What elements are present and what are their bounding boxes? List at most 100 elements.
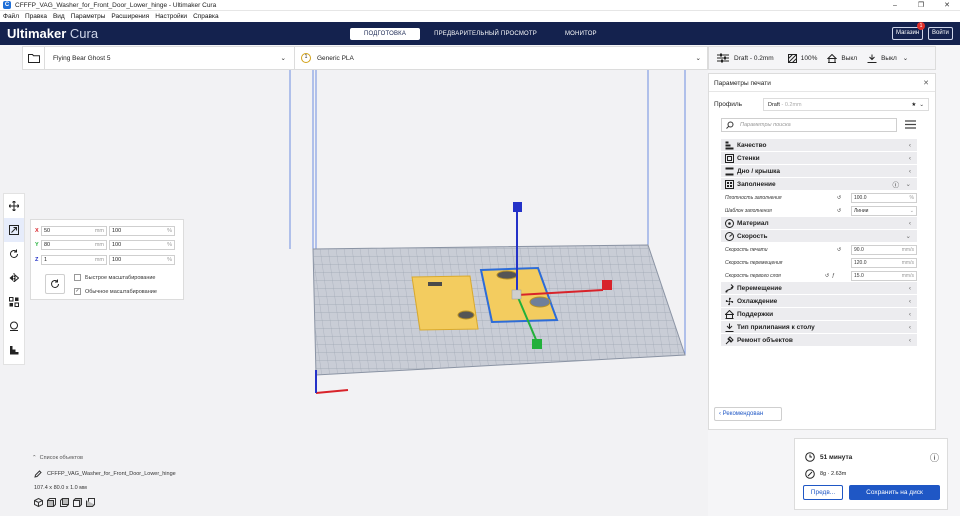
menu-settings[interactable]: Параметры bbox=[71, 13, 106, 20]
category-material[interactable]: Материал ‹ bbox=[721, 217, 917, 229]
recommended-mode-button[interactable]: ‹ Рекомендован bbox=[714, 407, 782, 421]
window-controls: – ❐ ✕ bbox=[882, 0, 960, 11]
window-title: CFFFP_VAG_Washer_for_Front_Door_Lower_hi… bbox=[15, 1, 217, 9]
infill-icon bbox=[787, 53, 797, 63]
scale-z-pct-input[interactable]: 100% bbox=[109, 255, 175, 265]
scale-row-z: Z 1 mm 100% bbox=[35, 255, 177, 265]
print-settings-summary[interactable]: Draft - 0.2mm 100% Выкл Выкл ⌄ bbox=[708, 46, 936, 70]
chevron-left-icon: ‹ bbox=[719, 411, 721, 417]
sliders-icon bbox=[717, 53, 729, 63]
setting-print-speed: Скорость печати ↺ 90.0 mm/s bbox=[725, 244, 917, 255]
minimize-icon[interactable]: – bbox=[882, 0, 908, 11]
profile-summary: Draft - 0.2mm bbox=[734, 54, 774, 62]
initial-layer-speed-input[interactable]: 15.0 mm/s bbox=[851, 270, 917, 281]
menu-help[interactable]: Справка bbox=[193, 13, 219, 20]
tab-preview[interactable]: ПРЕДВАРИТЕЛЬНЫЙ ПРОСМОТР bbox=[420, 28, 551, 40]
support-blocker-tool[interactable] bbox=[4, 314, 24, 338]
scale-tool[interactable] bbox=[4, 218, 24, 242]
category-cooling[interactable]: Охлаждение ‹ bbox=[721, 295, 917, 307]
snap-scaling-checkbox[interactable]: Быстрое масштабирование bbox=[74, 274, 155, 281]
rotate-tool[interactable] bbox=[4, 242, 24, 266]
view-top-icon[interactable] bbox=[60, 498, 69, 509]
move-tool[interactable] bbox=[4, 194, 24, 218]
reset-icon[interactable]: ↺ bbox=[837, 247, 841, 253]
category-mesh-fixes[interactable]: Ремонт объектов ‹ bbox=[721, 334, 917, 346]
chevron-down-icon: ⌄ bbox=[280, 55, 286, 62]
view-left-icon[interactable] bbox=[72, 498, 82, 509]
hamburger-menu-icon[interactable] bbox=[905, 120, 916, 129]
travel-speed-input[interactable]: 120.0 mm/s bbox=[851, 257, 917, 268]
material-selector[interactable]: 1 Generic PLA ⌄ bbox=[295, 47, 707, 69]
uniform-scaling-checkbox[interactable]: ✓ Обычное масштабирование bbox=[74, 288, 157, 295]
print-speed-input[interactable]: 90.0 mm/s bbox=[851, 244, 917, 255]
support-icon bbox=[827, 53, 838, 63]
open-file-button[interactable] bbox=[23, 47, 45, 69]
function-icon[interactable]: ƒ bbox=[832, 273, 835, 279]
category-speed[interactable]: Скорость ⌄ bbox=[721, 230, 917, 242]
menu-edit[interactable]: Правка bbox=[25, 13, 47, 20]
signin-button[interactable]: Войти bbox=[928, 27, 953, 40]
scale-z-mm-input[interactable]: 1 mm bbox=[41, 255, 107, 265]
category-quality[interactable]: Качество ‹ bbox=[721, 139, 917, 151]
scale-y-mm-input[interactable]: 80 mm bbox=[41, 240, 107, 250]
print-settings-panel: Параметры печати ✕ Профиль Draft - 0.2mm… bbox=[708, 73, 936, 430]
support-summary: Выкл bbox=[841, 54, 858, 62]
reset-icon[interactable]: ↺ bbox=[837, 208, 841, 214]
object-name: CFFFP_VAG_Washer_for_Front_Door_Lower_hi… bbox=[34, 470, 176, 478]
move-icon bbox=[9, 201, 19, 211]
close-icon[interactable]: ✕ bbox=[923, 79, 929, 87]
scale-x-mm-input[interactable]: 50 mm bbox=[41, 226, 107, 236]
printer-selector[interactable]: Flying Bear Ghost 5 ⌄ bbox=[45, 47, 295, 69]
setting-travel-speed: Скорость перемещения 120.0 mm/s bbox=[725, 257, 917, 268]
category-infill[interactable]: Заполнение ⓘ ⌄ bbox=[721, 178, 917, 190]
profile-label: Профиль bbox=[714, 101, 743, 108]
material-name: Generic PLA bbox=[317, 54, 354, 62]
y-axis-cube bbox=[532, 339, 542, 349]
category-support[interactable]: Поддержки ‹ bbox=[721, 308, 917, 320]
object-list-toggle[interactable]: ⌃ Список объектов bbox=[32, 455, 83, 461]
star-icon[interactable]: ★ bbox=[911, 102, 916, 108]
view-front-icon[interactable] bbox=[47, 498, 56, 509]
checkbox-checked: ✓ bbox=[74, 288, 81, 295]
category-walls[interactable]: Стенки ‹ bbox=[721, 152, 917, 164]
reset-icon[interactable]: ↺ bbox=[825, 273, 829, 279]
menu-file[interactable]: Файл bbox=[3, 13, 19, 20]
menu-extensions[interactable]: Расширения bbox=[111, 13, 149, 20]
lay-flat-tool[interactable] bbox=[4, 338, 24, 362]
infill-pattern-select[interactable]: Линии ⌄ bbox=[851, 205, 917, 216]
scale-panel: X 50 mm 100% Y 80 mm 100% Z 1 mm 100% Быстр… bbox=[30, 219, 184, 300]
category-adhesion[interactable]: Тип прилипания к столу ‹ bbox=[721, 321, 917, 333]
info-icon[interactable]: ⓘ bbox=[930, 451, 939, 464]
per-model-settings-tool[interactable] bbox=[4, 290, 24, 314]
menu-preferences[interactable]: Настройки bbox=[155, 13, 187, 20]
top-bottom-icon bbox=[725, 167, 734, 175]
tab-monitor[interactable]: МОНИТОР bbox=[551, 28, 611, 40]
menu-view[interactable]: Вид bbox=[53, 13, 65, 20]
preview-button[interactable]: Предв... bbox=[803, 485, 843, 500]
settings-search-input[interactable]: Параметры поиска bbox=[721, 118, 897, 132]
support-blocker-icon bbox=[10, 321, 18, 331]
mirror-tool[interactable] bbox=[4, 266, 24, 290]
reset-icon[interactable]: ↺ bbox=[837, 195, 841, 201]
view-right-icon[interactable] bbox=[86, 498, 95, 509]
view-3d-icon[interactable] bbox=[34, 497, 43, 509]
model-part-1 bbox=[411, 275, 479, 331]
chevron-down-icon: ⌄ bbox=[905, 233, 911, 240]
infill-density-input[interactable]: 100.0% bbox=[851, 192, 917, 203]
move-center-handle bbox=[511, 289, 522, 300]
tab-prepare[interactable]: ПОДГОТОВКА bbox=[350, 28, 421, 40]
z-axis-cube bbox=[513, 202, 522, 212]
material-icon bbox=[725, 218, 734, 228]
restore-icon[interactable]: ❐ bbox=[908, 0, 934, 11]
category-top-bottom[interactable]: Дно / крышка ‹ bbox=[721, 165, 917, 177]
save-to-disk-button[interactable]: Сохранить на диск bbox=[849, 485, 940, 500]
close-window-icon[interactable]: ✕ bbox=[934, 0, 960, 11]
category-travel[interactable]: Перемещение ‹ bbox=[721, 282, 917, 294]
printer-toolbar: Flying Bear Ghost 5 ⌄ 1 Generic PLA ⌄ bbox=[22, 46, 708, 70]
reset-scale-button[interactable] bbox=[45, 274, 65, 294]
info-icon[interactable]: ⓘ bbox=[893, 179, 900, 189]
scale-x-pct-input[interactable]: 100% bbox=[109, 226, 175, 236]
profile-selector[interactable]: Draft - 0.2mm ★ ⌄ bbox=[763, 98, 929, 111]
search-icon bbox=[726, 121, 734, 129]
scale-y-pct-input[interactable]: 100% bbox=[109, 240, 175, 250]
